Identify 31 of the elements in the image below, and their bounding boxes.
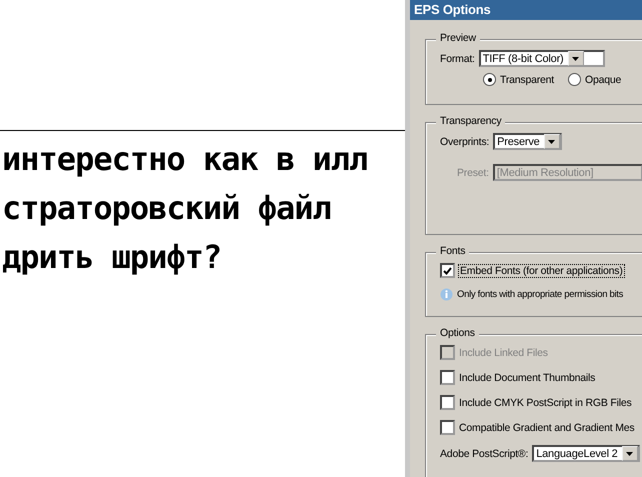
checkbox-label[interactable]: Include CMYK PostScript in RGB Files — [459, 396, 632, 408]
group-label: Fonts — [436, 245, 470, 257]
window-title: EPS Options — [410, 0, 642, 20]
field-label: Overprints: — [440, 136, 490, 148]
field-label: Format: — [440, 52, 475, 64]
radio-label[interactable]: Opaque — [585, 74, 622, 86]
checkbox-label[interactable]: Include Document Thumbnails — [459, 372, 596, 384]
checkbox[interactable] — [440, 395, 455, 410]
radio-button[interactable] — [483, 73, 496, 86]
canvas-text: дрить шрифт? — [2, 237, 222, 278]
field-label: Adobe PostScript®: — [440, 448, 528, 460]
radio-label[interactable]: Transparent — [500, 74, 554, 86]
note-text: Only fonts with appropriate permission bits — [457, 289, 624, 300]
dropdown[interactable]: TIFF (8-bit Color) — [478, 50, 605, 67]
group-label: Transparency — [436, 115, 506, 127]
checkbox[interactable] — [440, 263, 455, 278]
canvas-text: страторовский файл — [2, 188, 332, 229]
canvas-text: интерестно как в илл — [2, 139, 368, 180]
dropdown[interactable]: LanguageLevel 2 — [532, 445, 640, 462]
checkbox-label[interactable]: Embed Fonts (for other applications) — [459, 264, 624, 276]
checkmark-icon — [443, 266, 452, 274]
group-label: Options — [436, 327, 479, 339]
checkbox[interactable] — [440, 420, 455, 435]
radio-button[interactable] — [568, 73, 582, 86]
checkbox-label[interactable]: Compatible Gradient and Gradient Mes — [459, 422, 634, 434]
group-label: Preview — [436, 32, 480, 44]
checkbox[interactable] — [440, 370, 455, 385]
scrollbar[interactable] — [405, 0, 410, 477]
field-label: Preset: — [457, 166, 489, 178]
info-icon — [440, 288, 453, 301]
dropdown[interactable]: Preserve — [493, 133, 562, 150]
